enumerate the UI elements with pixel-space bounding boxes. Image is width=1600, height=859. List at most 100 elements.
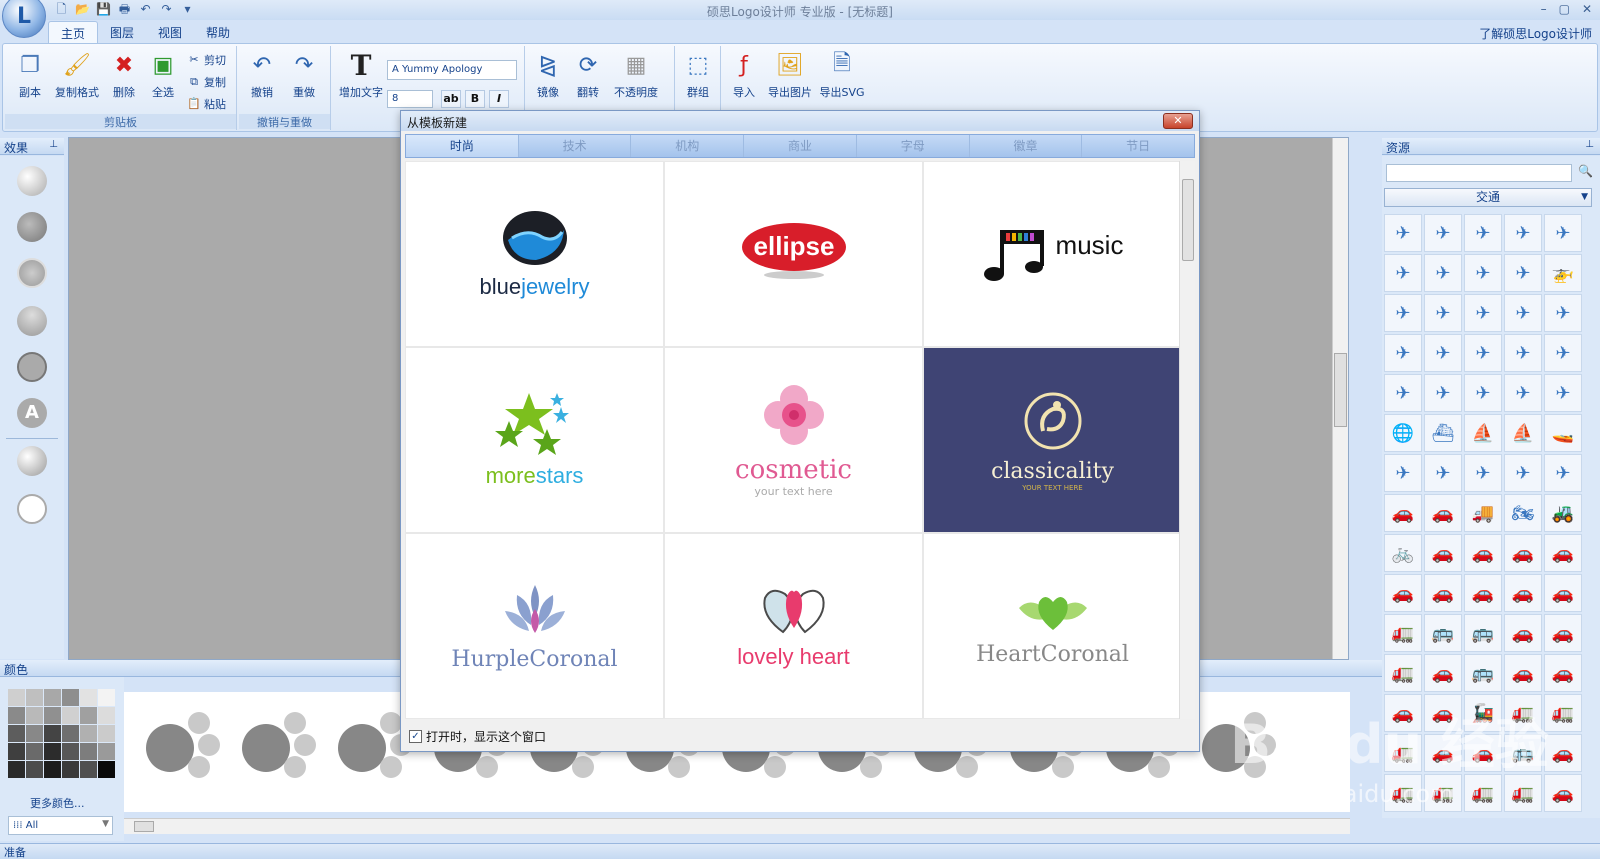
group-button[interactable]: ⬚ 群组 bbox=[681, 50, 715, 100]
font-family-select[interactable]: A Yummy Apology bbox=[387, 60, 517, 80]
show-on-start-option[interactable]: ✓ 打开时，显示这个窗口 bbox=[409, 728, 546, 745]
cut-button[interactable]: ✂ 剪切 bbox=[187, 52, 226, 68]
export-svg-button[interactable]: 🗎 导出SVG bbox=[817, 50, 867, 100]
template-morestars[interactable]: morestars bbox=[406, 348, 663, 532]
color-swatch[interactable] bbox=[98, 761, 115, 778]
resource-vehicle-icon[interactable]: ✈ bbox=[1464, 334, 1502, 372]
effect-none-button[interactable] bbox=[17, 494, 47, 524]
color-swatch[interactable] bbox=[8, 725, 25, 742]
color-swatch[interactable] bbox=[62, 761, 79, 778]
select-all-button[interactable]: ▣ 全选 bbox=[145, 50, 181, 100]
resource-vehicle-icon[interactable]: 🚛 bbox=[1504, 774, 1542, 812]
template-scroll-thumb[interactable] bbox=[1182, 179, 1194, 261]
resource-vehicle-icon[interactable]: 🏍 bbox=[1504, 494, 1542, 532]
search-icon[interactable]: 🔍 bbox=[1578, 164, 1593, 178]
effect-outline-button[interactable] bbox=[17, 352, 47, 382]
resource-vehicle-icon[interactable]: ✈ bbox=[1424, 374, 1462, 412]
resource-vehicle-icon[interactable]: ✈ bbox=[1464, 294, 1502, 332]
color-swatch[interactable] bbox=[98, 743, 115, 760]
resource-vehicle-icon[interactable]: ✈ bbox=[1384, 214, 1422, 252]
paste-button[interactable]: 📋 粘贴 bbox=[187, 96, 226, 112]
mirror-button[interactable]: ⧎ 镜像 bbox=[531, 50, 565, 100]
resource-vehicle-icon[interactable]: 🚗 bbox=[1424, 494, 1462, 532]
resource-search-input[interactable] bbox=[1386, 164, 1572, 182]
resource-vehicle-icon[interactable]: 🚗 bbox=[1504, 574, 1542, 612]
resource-vehicle-icon[interactable]: 🚗 bbox=[1424, 654, 1462, 692]
resource-vehicle-icon[interactable]: ✈ bbox=[1384, 334, 1422, 372]
resource-vehicle-icon[interactable]: ✈ bbox=[1424, 294, 1462, 332]
tab-business[interactable]: 商业 bbox=[744, 135, 857, 157]
tab-help[interactable]: 帮助 bbox=[194, 21, 242, 43]
resource-vehicle-icon[interactable]: 🚚 bbox=[1464, 494, 1502, 532]
color-swatch[interactable] bbox=[26, 689, 43, 706]
canvas-scroll-thumb[interactable] bbox=[1334, 353, 1347, 427]
effect-text-icon[interactable]: A bbox=[17, 398, 47, 428]
resource-vehicle-icon[interactable]: 🚗 bbox=[1504, 654, 1542, 692]
resource-vehicle-icon[interactable]: 🚜 bbox=[1544, 494, 1582, 532]
copy-button[interactable]: ⧉ 复制 bbox=[187, 74, 226, 90]
color-swatch[interactable] bbox=[98, 725, 115, 742]
resource-vehicle-icon[interactable]: 🚗 bbox=[1384, 494, 1422, 532]
color-swatch[interactable] bbox=[80, 707, 97, 724]
effect-shadow-button[interactable] bbox=[17, 212, 47, 242]
resource-vehicle-icon[interactable]: 🚤 bbox=[1544, 414, 1582, 452]
strip-horizontal-scrollbar[interactable] bbox=[124, 818, 1350, 834]
minimize-icon[interactable]: – bbox=[1541, 2, 1547, 16]
tab-letters[interactable]: 字母 bbox=[857, 135, 970, 157]
color-swatch[interactable] bbox=[26, 707, 43, 724]
add-text-button[interactable]: T 增加文字 bbox=[337, 49, 385, 100]
color-swatch[interactable] bbox=[62, 725, 79, 742]
resource-vehicle-icon[interactable]: 🚗 bbox=[1544, 614, 1582, 652]
resource-category-select[interactable]: 交通 ▼ bbox=[1384, 188, 1592, 207]
color-swatch[interactable] bbox=[44, 689, 61, 706]
resource-vehicle-icon[interactable]: ⛵ bbox=[1464, 414, 1502, 452]
tab-layers[interactable]: 图层 bbox=[98, 21, 146, 43]
tab-fashion[interactable]: 时尚 bbox=[406, 135, 519, 157]
template-lovely-heart[interactable]: lovely heart bbox=[665, 534, 922, 718]
tab-technology[interactable]: 技术 bbox=[519, 135, 632, 157]
resource-vehicle-icon[interactable]: ✈ bbox=[1504, 374, 1542, 412]
resource-vehicle-icon[interactable]: 🚗 bbox=[1464, 574, 1502, 612]
resource-vehicle-icon[interactable]: ✈ bbox=[1464, 374, 1502, 412]
resource-vehicle-icon[interactable]: ✈ bbox=[1544, 334, 1582, 372]
opacity-button[interactable]: ▦ 不透明度 bbox=[611, 50, 661, 100]
template-music[interactable]: music bbox=[924, 162, 1181, 346]
delete-button[interactable]: ✖ 删除 bbox=[107, 50, 141, 100]
resource-vehicle-icon[interactable]: ✈ bbox=[1384, 454, 1422, 492]
resource-vehicle-icon[interactable]: ✈ bbox=[1424, 454, 1462, 492]
color-swatch[interactable] bbox=[80, 761, 97, 778]
effect-gradient-button[interactable] bbox=[17, 166, 47, 196]
resource-vehicle-icon[interactable]: ✈ bbox=[1384, 374, 1422, 412]
color-swatch[interactable] bbox=[26, 725, 43, 742]
resource-vehicle-icon[interactable]: 🚁 bbox=[1544, 254, 1582, 292]
resource-vehicle-icon[interactable]: ✈ bbox=[1424, 334, 1462, 372]
resource-vehicle-icon[interactable]: ✈ bbox=[1504, 254, 1542, 292]
resource-vehicle-icon[interactable]: 🚗 bbox=[1544, 574, 1582, 612]
flip-button[interactable]: ⟳ 翻转 bbox=[571, 50, 605, 100]
resource-vehicle-icon[interactable]: 🚗 bbox=[1424, 534, 1462, 572]
resource-vehicle-icon[interactable]: 🚗 bbox=[1544, 654, 1582, 692]
color-swatch[interactable] bbox=[26, 743, 43, 760]
color-swatch[interactable] bbox=[80, 689, 97, 706]
application-menu-button[interactable]: L bbox=[2, 0, 46, 38]
resource-vehicle-icon[interactable]: ✈ bbox=[1464, 254, 1502, 292]
pin-icon[interactable]: ⊥ bbox=[1585, 139, 1594, 150]
resource-vehicle-icon[interactable]: 🚌 bbox=[1464, 654, 1502, 692]
effect-bevel-button[interactable] bbox=[17, 446, 47, 476]
color-swatch[interactable] bbox=[44, 707, 61, 724]
resource-vehicle-icon[interactable]: 🚗 bbox=[1544, 534, 1582, 572]
resource-vehicle-icon[interactable]: 🚗 bbox=[1544, 734, 1582, 772]
more-colors-link[interactable]: 更多颜色... bbox=[30, 795, 85, 811]
resource-vehicle-icon[interactable]: 🚌 bbox=[1464, 614, 1502, 652]
resource-vehicle-icon[interactable]: ✈ bbox=[1424, 254, 1462, 292]
resource-vehicle-icon[interactable]: 🚗 bbox=[1464, 534, 1502, 572]
effect-glow-button[interactable] bbox=[17, 258, 47, 288]
copy-format-button[interactable]: 🖌 复制格式 bbox=[51, 50, 103, 100]
resource-vehicle-icon[interactable]: 🚛 bbox=[1384, 614, 1422, 652]
font-size-select[interactable]: 8 bbox=[387, 90, 433, 108]
resource-vehicle-icon[interactable]: ✈ bbox=[1544, 214, 1582, 252]
resource-vehicle-icon[interactable]: ✈ bbox=[1464, 214, 1502, 252]
color-swatch[interactable] bbox=[98, 707, 115, 724]
canvas-vertical-scrollbar[interactable] bbox=[1332, 138, 1348, 659]
color-swatch[interactable] bbox=[80, 725, 97, 742]
